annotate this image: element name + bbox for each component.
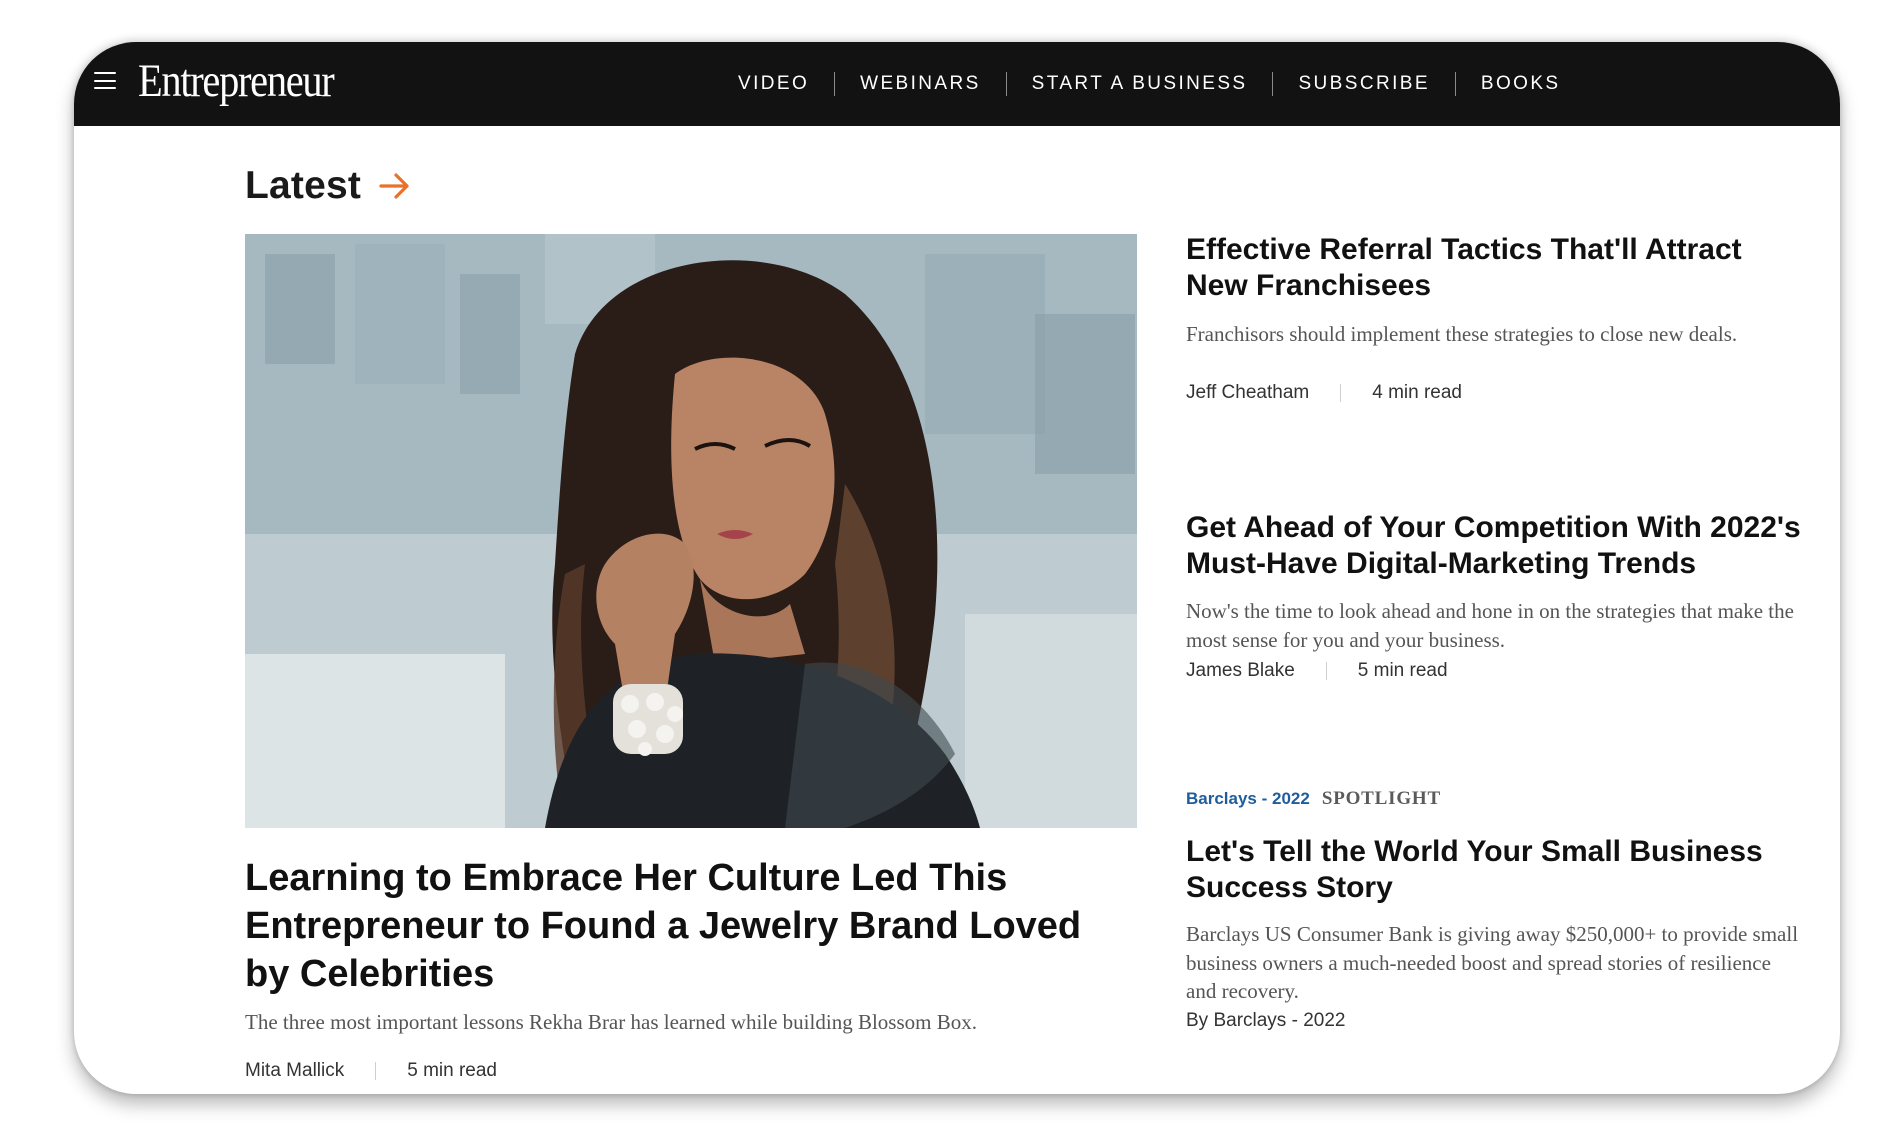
sponsor-row: Barclays - 2022 SPOTLIGHT	[1186, 788, 1441, 810]
sponsor-byline[interactable]: By Barclays - 2022	[1186, 1010, 1345, 1032]
spotlight-badge: SPOTLIGHT	[1321, 788, 1441, 809]
article-author[interactable]: Mita Mallick	[245, 1060, 344, 1082]
featured-article-description: The three most important lessons Rekha B…	[245, 1010, 977, 1034]
hamburger-menu-icon[interactable]	[94, 72, 116, 90]
article-description: Franchisors should implement these strat…	[1186, 322, 1738, 346]
section-title: Latest	[245, 164, 362, 207]
article-title[interactable]: Get Ahead of Your Competition With 2022'…	[1186, 510, 1806, 582]
main-nav: VIDEO WEBINARS START A BUSINESS SUBSCRIB…	[738, 42, 1585, 126]
meta-divider	[1325, 662, 1327, 680]
nav-item-video[interactable]: VIDEO	[738, 72, 834, 96]
article-description: Now's the time to look ahead and hone in…	[1186, 599, 1794, 652]
article-meta: Jeff Cheatham 4 min read	[1186, 382, 1462, 404]
top-navbar: Entrepreneur VIDEO WEBINARS START A BUSI…	[74, 42, 1840, 126]
arrow-right-icon	[379, 173, 409, 199]
featured-article-meta: Mita Mallick 5 min read	[245, 1060, 497, 1082]
featured-article-title[interactable]: Learning to Embrace Her Culture Led This…	[245, 854, 1125, 998]
article-read-time: 5 min read	[407, 1060, 498, 1081]
nav-item-subscribe[interactable]: SUBSCRIBE	[1272, 72, 1454, 96]
site-logo[interactable]: Entrepreneur	[138, 54, 335, 108]
nav-item-books[interactable]: BOOKS	[1454, 72, 1586, 96]
article-meta: James Blake 5 min read	[1186, 660, 1448, 682]
article-read-time: 4 min read	[1372, 382, 1463, 403]
sponsor-link[interactable]: Barclays - 2022	[1186, 789, 1310, 809]
meta-divider	[375, 1062, 377, 1080]
latest-section-link[interactable]: Latest	[245, 164, 411, 208]
meta-divider	[1340, 384, 1342, 402]
portrait-photo	[245, 234, 1137, 828]
article-author[interactable]: Jeff Cheatham	[1186, 382, 1309, 404]
sponsored-article-title[interactable]: Let's Tell the World Your Small Business…	[1186, 834, 1806, 906]
sponsored-byline: By Barclays - 2022	[1186, 1010, 1345, 1032]
article-author[interactable]: James Blake	[1186, 660, 1295, 682]
sponsored-article-description: Barclays US Consumer Bank is giving away…	[1186, 922, 1799, 1003]
article-read-time: 5 min read	[1357, 660, 1448, 681]
article-title[interactable]: Effective Referral Tactics That'll Attra…	[1186, 232, 1806, 304]
nav-item-webinars[interactable]: WEBINARS	[834, 72, 1006, 96]
featured-article-image[interactable]	[245, 234, 1137, 828]
nav-item-start-a-business[interactable]: START A BUSINESS	[1005, 72, 1273, 96]
browser-frame: Entrepreneur VIDEO WEBINARS START A BUSI…	[74, 42, 1840, 1094]
